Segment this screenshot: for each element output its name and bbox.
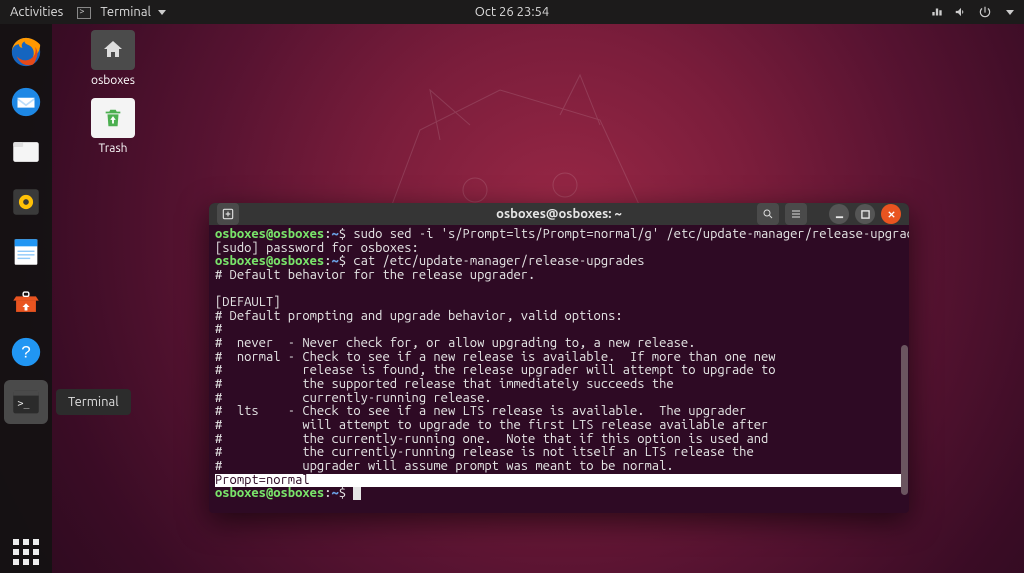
network-icon[interactable]: [930, 5, 944, 19]
search-button[interactable]: [757, 203, 779, 225]
power-icon[interactable]: [978, 5, 992, 19]
close-button[interactable]: [881, 204, 901, 224]
highlighted-line: Prompt=normal: [215, 474, 903, 488]
terminal-titlebar[interactable]: osboxes@osboxes: ~: [209, 203, 909, 225]
dock-rhythmbox[interactable]: [4, 180, 48, 224]
dock-tooltip: Terminal: [56, 389, 131, 415]
new-tab-button[interactable]: [217, 203, 239, 225]
dock-libreoffice-writer[interactable]: [4, 230, 48, 274]
show-applications-button[interactable]: [0, 539, 52, 565]
dock-thunderbird[interactable]: [4, 80, 48, 124]
dock-help[interactable]: ?: [4, 330, 48, 374]
desktop-icon-trash[interactable]: Trash: [78, 98, 148, 155]
desktop-icon-label: Trash: [78, 142, 148, 155]
dock: ? >_ Terminal: [0, 24, 52, 573]
volume-icon[interactable]: [954, 5, 968, 19]
apps-grid-icon: [13, 539, 39, 565]
svg-text:>_: >_: [18, 398, 30, 409]
dock-files[interactable]: [4, 130, 48, 174]
desktop-icon-label: osboxes: [78, 74, 148, 87]
app-menu[interactable]: Terminal: [77, 5, 166, 19]
scrollbar[interactable]: [901, 345, 908, 495]
maximize-button[interactable]: [855, 204, 875, 224]
menu-button[interactable]: [785, 203, 807, 225]
chevron-down-icon: [158, 10, 166, 15]
dock-firefox[interactable]: [4, 30, 48, 74]
activities-button[interactable]: Activities: [10, 5, 63, 19]
desktop-icon-home[interactable]: osboxes: [78, 30, 148, 87]
terminal-icon: [77, 7, 91, 19]
dock-terminal[interactable]: >_ Terminal: [4, 380, 48, 424]
clock[interactable]: Oct 26 23:54: [475, 5, 549, 19]
cursor: [353, 487, 361, 500]
app-menu-label: Terminal: [100, 5, 151, 19]
top-bar: Activities Terminal Oct 26 23:54: [0, 0, 1024, 24]
svg-text:?: ?: [21, 343, 30, 362]
terminal-body[interactable]: osboxes@osboxes:~$ sudo sed -i 's/Prompt…: [209, 225, 909, 513]
window-title: osboxes@osboxes: ~: [496, 207, 622, 221]
terminal-window: osboxes@osboxes: ~ osboxes@osboxes:~$ su…: [209, 203, 909, 513]
dock-ubuntu-software[interactable]: [4, 280, 48, 324]
chevron-down-icon: [1006, 10, 1014, 15]
minimize-button[interactable]: [829, 204, 849, 224]
